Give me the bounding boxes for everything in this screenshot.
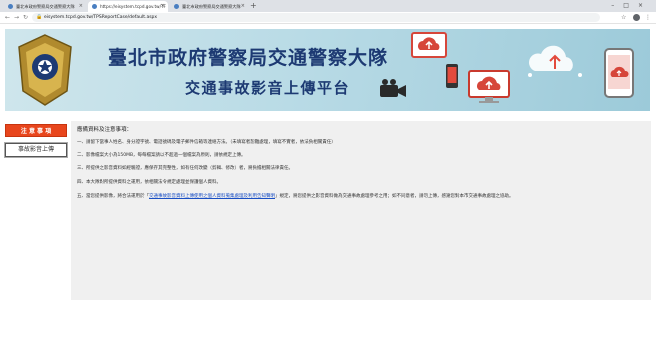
cloud-upload-screen-icon — [411, 32, 447, 58]
notice-heading: 應備資料及注意事項： — [77, 127, 133, 133]
notice-panel: 應備資料及注意事項： 一、請留下當事人姓名、身分證字號、電話號碼及電子郵件信箱等… — [71, 121, 651, 300]
phone-icon — [446, 64, 458, 88]
notice-item-text: 五、當您提供影像，將合法運用於「 — [77, 194, 149, 199]
upload-button[interactable]: 事故影音上傳 — [5, 143, 67, 157]
site-favicon-icon — [8, 4, 13, 9]
address-bar[interactable]: 🔒 eisystem.tcpd.gov.tw/TPSReportCase/def… — [32, 13, 600, 22]
notice-item: 三、所提供之影音資料如經驗證，應保存其完整性，如有任何改變（剪輯、修改）者，將負… — [77, 166, 293, 171]
police-emblem-icon — [18, 34, 72, 106]
lock-icon: 🔒 — [36, 14, 43, 20]
site-favicon-icon — [174, 4, 179, 9]
browser-tab[interactable]: 臺北市政府警察局交通警察大隊 × — [170, 1, 248, 12]
banner-subtitle: 交通事故影音上傳平台 — [185, 79, 351, 97]
close-tab-icon[interactable]: × — [241, 1, 245, 12]
new-tab-icon[interactable]: + — [250, 0, 257, 12]
back-arrow-icon[interactable]: ← — [5, 12, 10, 23]
bookmarks-bar — [0, 24, 656, 28]
window-controls[interactable]: –□× — [611, 0, 652, 12]
smartphone-upload-icon — [604, 48, 634, 98]
forward-arrow-icon[interactable]: → — [14, 12, 19, 23]
browser-tab[interactable]: 臺北市政府警察局交通警察大隊 × — [4, 1, 86, 12]
notice-item: 二、影像檔案大小為150MB，每每檔案請以不超過一個檔案為原則，請依規定上傳。 — [77, 153, 246, 158]
tab-title: 臺北市政府警察局交通警察大隊 — [16, 4, 75, 9]
tab-title: 臺北市政府警察局交通警察大隊 — [182, 4, 241, 9]
notice-item: 五、當您提供影像，將合法運用於「交通事故影音資料上傳使用之個人資料蒐集處理及利用… — [77, 193, 514, 199]
close-tab-icon[interactable]: × — [79, 1, 83, 12]
close-tab-icon[interactable]: × — [161, 1, 165, 12]
browser-tab-active[interactable]: https://eisystem.tcpd.gov.tw/TF × — [88, 1, 168, 12]
notice-item: 四、本大隊對所提供資料之運用，依相關法令規定處理並保護個人資料。 — [77, 180, 221, 185]
reload-icon[interactable]: ↻ — [23, 12, 28, 23]
browser-toolbar: ← → ↻ 🔒 eisystem.tcpd.gov.tw/TPSReportCa… — [0, 12, 656, 24]
banner-title: 臺北市政府警察局交通警察大隊 — [108, 47, 389, 69]
cloud-network-icon — [528, 45, 582, 77]
notice-button[interactable]: 注 意 事 項 — [5, 124, 67, 137]
profile-avatar-icon[interactable] — [633, 14, 640, 21]
site-favicon-icon — [92, 4, 97, 9]
notice-item: 一、請留下當事人姓名、身分證字號、電話號碼及電子郵件信箱等連絡方法。（未填寫者恕… — [77, 140, 336, 145]
star-icon[interactable]: ☆ — [621, 12, 626, 23]
video-camera-icon — [380, 79, 406, 97]
browser-tab-strip: 臺北市政府警察局交通警察大隊 × https://eisystem.tcpd.g… — [0, 0, 656, 12]
tab-title: https://eisystem.tcpd.gov.tw/TF — [100, 4, 166, 9]
header-banner: 臺北市政府警察局交通警察大隊 交通事故影音上傳平台 — [5, 29, 650, 111]
privacy-statement-link[interactable]: 交通事故影音資料上傳使用之個人資料蒐集處理及利用告知聲明 — [149, 194, 275, 199]
cloud-upload-monitor-icon — [468, 70, 510, 103]
address-url[interactable]: eisystem.tcpd.gov.tw/TPSReportCase/defau… — [44, 13, 157, 22]
notice-item-text: 」規定，將您提供之影音資料做為交通事故處理參考之用；如不同意者，請勿上傳，感謝您… — [275, 194, 514, 199]
menu-dots-icon[interactable]: ⋮ — [645, 12, 651, 23]
